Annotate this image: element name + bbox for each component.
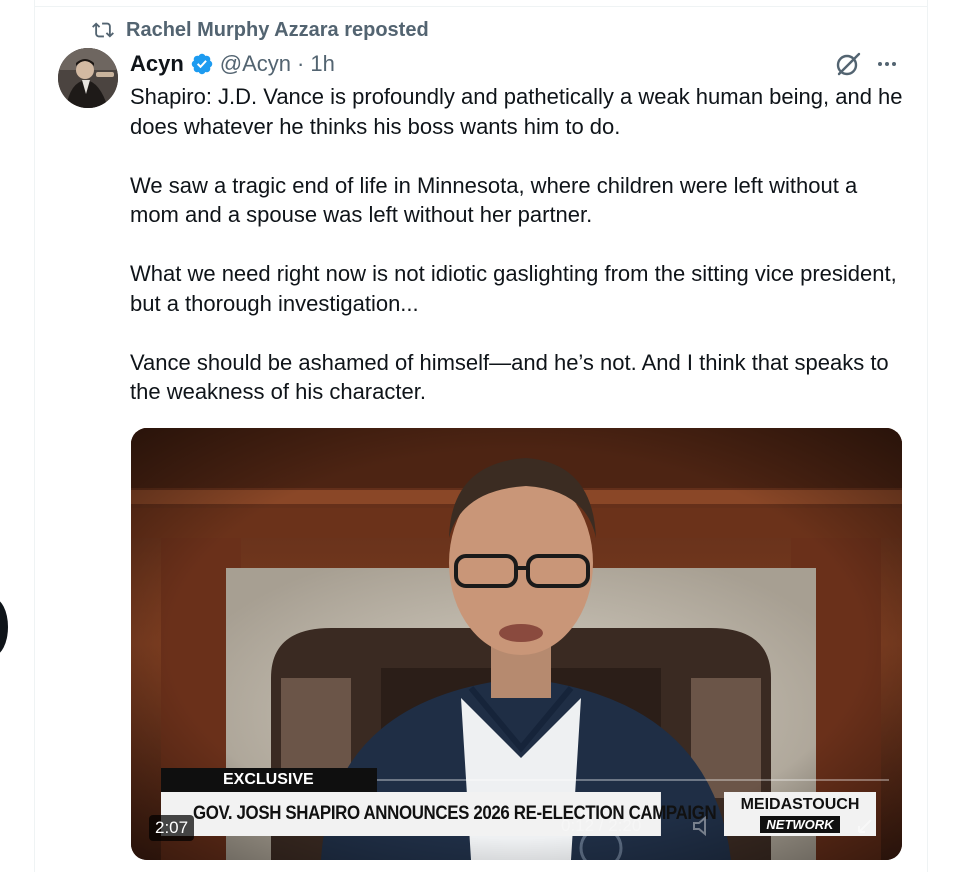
post-header: Acyn @Acyn · 1h <box>130 49 335 79</box>
expand-icon[interactable] <box>857 818 873 834</box>
author-name[interactable]: Acyn <box>130 51 184 77</box>
timeline-border-right <box>927 0 928 872</box>
post-timestamp[interactable]: 1h <box>310 51 334 77</box>
repost-context[interactable]: Rachel Murphy Azzara reposted <box>92 17 429 43</box>
timeline-border-left <box>34 0 35 872</box>
network-logo: MEIDASTOUCH NETWORK <box>724 792 876 836</box>
video-player[interactable]: EXCLUSIVE GOV. JOSH SHAPIRO ANNOUNCES 20… <box>131 428 902 860</box>
exclusive-label: EXCLUSIVE <box>161 768 377 792</box>
video-duration-badge: 2:07 <box>149 815 195 841</box>
side-button-edge[interactable] <box>0 598 8 656</box>
post-paragraph: Vance should be ashamed of himself—and h… <box>130 349 889 405</box>
repost-icon <box>92 22 114 38</box>
post-text: Shapiro: J.D. Vance is profoundly and pa… <box>130 82 910 436</box>
post-paragraph: We saw a tragic end of life in Minnesota… <box>130 172 858 228</box>
post-paragraph: What we need right now is not idiotic ga… <box>130 261 897 316</box>
post-paragraph: Shapiro: J.D. Vance is profoundly and pa… <box>130 84 903 139</box>
timeline: Rachel Murphy Azzara reposted Acyn @Acyn… <box>0 0 960 872</box>
post-top-divider <box>34 6 927 7</box>
logo-sub-text: NETWORK <box>760 816 840 833</box>
author-handle[interactable]: @Acyn <box>220 51 291 77</box>
repost-label: Rachel Murphy Azzara reposted <box>126 18 429 41</box>
logo-main-text: MEIDASTOUCH <box>740 796 860 813</box>
verified-badge-icon <box>191 53 213 75</box>
player-time: 0:12 / 2:20 <box>561 816 642 835</box>
meta-separator: · <box>297 51 305 76</box>
grok-icon[interactable] <box>834 50 862 78</box>
more-icon[interactable] <box>872 52 902 76</box>
volume-icon[interactable] <box>691 815 717 837</box>
avatar[interactable] <box>58 48 118 108</box>
